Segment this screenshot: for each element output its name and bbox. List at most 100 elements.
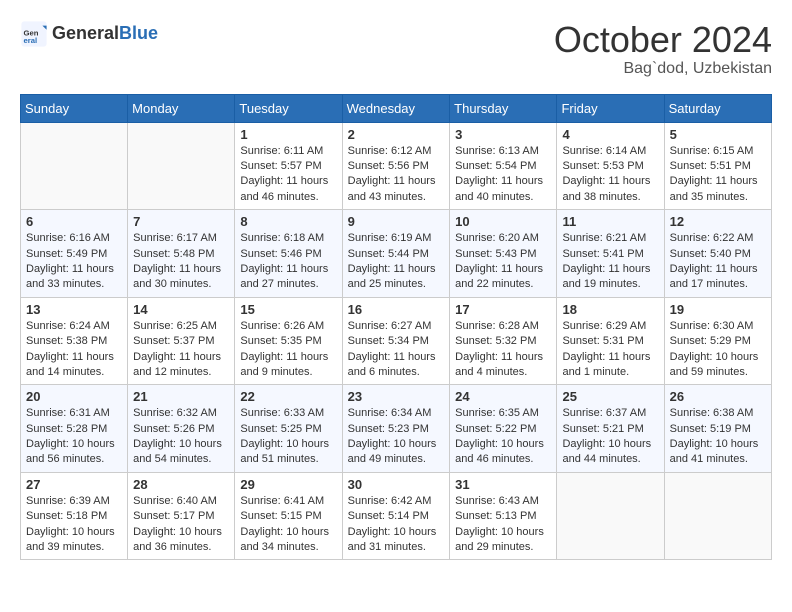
title-block: October 2024 Bag`dod, Uzbekistan	[554, 20, 772, 78]
day-info: Sunrise: 6:19 AMSunset: 5:44 PMDaylight:…	[348, 231, 445, 293]
day-number: 22	[240, 389, 336, 404]
calendar-day-cell: 9 Sunrise: 6:19 AMSunset: 5:44 PMDaylight…	[342, 210, 450, 298]
logo-icon: Gen eral	[20, 20, 48, 48]
calendar-day-cell: 20 Sunrise: 6:31 AMSunset: 5:28 PMDayligh…	[21, 385, 128, 473]
day-number: 16	[348, 302, 445, 317]
day-number: 4	[562, 127, 658, 142]
day-number: 23	[348, 389, 445, 404]
weekday-header: Sunday	[21, 94, 128, 122]
calendar-day-cell: 23 Sunrise: 6:34 AMSunset: 5:23 PMDayligh…	[342, 385, 450, 473]
calendar-day-cell: 11 Sunrise: 6:21 AMSunset: 5:41 PMDayligh…	[557, 210, 664, 298]
calendar-day-cell: 6 Sunrise: 6:16 AMSunset: 5:49 PMDaylight…	[21, 210, 128, 298]
calendar-header: SundayMondayTuesdayWednesdayThursdayFrid…	[21, 94, 772, 122]
day-info: Sunrise: 6:14 AMSunset: 5:53 PMDaylight:…	[562, 144, 658, 206]
day-number: 12	[670, 214, 766, 229]
day-number: 15	[240, 302, 336, 317]
day-number: 13	[26, 302, 122, 317]
day-info: Sunrise: 6:39 AMSunset: 5:18 PMDaylight:…	[26, 494, 122, 556]
calendar-day-cell: 24Sunrise: 6:35 AMSunset: 5:22 PMDayligh…	[450, 385, 557, 473]
calendar-day-cell	[128, 122, 235, 210]
calendar-day-cell: 3Sunrise: 6:13 AMSunset: 5:54 PMDaylight…	[450, 122, 557, 210]
day-info: Sunrise: 6:43 AMSunset: 5:13 PMDaylight:…	[455, 494, 551, 556]
calendar-day-cell: 1 Sunrise: 6:11 AMSunset: 5:57 PMDaylight…	[235, 122, 342, 210]
day-info: Sunrise: 6:27 AMSunset: 5:34 PMDaylight:…	[348, 319, 445, 381]
day-info: Sunrise: 6:31 AMSunset: 5:28 PMDaylight:…	[26, 406, 122, 468]
calendar-day-cell: 2Sunrise: 6:12 AMSunset: 5:56 PMDaylight…	[342, 122, 450, 210]
day-number: 28	[133, 477, 229, 492]
day-info: Sunrise: 6:38 AMSunset: 5:19 PMDaylight:…	[670, 406, 766, 468]
day-info: Sunrise: 6:18 AMSunset: 5:46 PMDaylight:…	[240, 231, 336, 293]
day-info: Sunrise: 6:32 AMSunset: 5:26 PMDaylight:…	[133, 406, 229, 468]
logo-blue: Blue	[119, 23, 158, 43]
calendar-week-row: 1 Sunrise: 6:11 AMSunset: 5:57 PMDaylight…	[21, 122, 772, 210]
calendar-day-cell: 22 Sunrise: 6:33 AMSunset: 5:25 PMDayligh…	[235, 385, 342, 473]
day-info: Sunrise: 6:20 AMSunset: 5:43 PMDaylight:…	[455, 231, 551, 293]
day-number: 30	[348, 477, 445, 492]
day-number: 24	[455, 389, 551, 404]
day-number: 20	[26, 389, 122, 404]
calendar-day-cell: 5Sunrise: 6:15 AMSunset: 5:51 PMDaylight…	[664, 122, 771, 210]
day-info: Sunrise: 6:33 AMSunset: 5:25 PMDaylight:…	[240, 406, 336, 468]
day-number: 31	[455, 477, 551, 492]
calendar-day-cell: 25Sunrise: 6:37 AMSunset: 5:21 PMDayligh…	[557, 385, 664, 473]
day-info: Sunrise: 6:11 AMSunset: 5:57 PMDaylight:…	[240, 144, 336, 206]
calendar-table: SundayMondayTuesdayWednesdayThursdayFrid…	[20, 94, 772, 561]
day-info: Sunrise: 6:15 AMSunset: 5:51 PMDaylight:…	[670, 144, 766, 206]
calendar-day-cell: 8Sunrise: 6:18 AMSunset: 5:46 PMDaylight…	[235, 210, 342, 298]
calendar-subtitle: Bag`dod, Uzbekistan	[554, 60, 772, 78]
calendar-week-row: 13 Sunrise: 6:24 AMSunset: 5:38 PMDayligh…	[21, 297, 772, 385]
calendar-day-cell: 26 Sunrise: 6:38 AMSunset: 5:19 PMDayligh…	[664, 385, 771, 473]
day-number: 11	[562, 214, 658, 229]
calendar-day-cell: 10 Sunrise: 6:20 AMSunset: 5:43 PMDayligh…	[450, 210, 557, 298]
day-number: 3	[455, 127, 551, 142]
day-info: Sunrise: 6:17 AMSunset: 5:48 PMDaylight:…	[133, 231, 229, 293]
weekday-header: Thursday	[450, 94, 557, 122]
day-number: 26	[670, 389, 766, 404]
svg-text:eral: eral	[24, 36, 38, 45]
calendar-day-cell	[21, 122, 128, 210]
day-number: 7	[133, 214, 229, 229]
day-number: 1	[240, 127, 336, 142]
calendar-day-cell: 31 Sunrise: 6:43 AMSunset: 5:13 PMDayligh…	[450, 472, 557, 560]
day-info: Sunrise: 6:42 AMSunset: 5:14 PMDaylight:…	[348, 494, 445, 556]
day-info: Sunrise: 6:24 AMSunset: 5:38 PMDaylight:…	[26, 319, 122, 381]
day-number: 14	[133, 302, 229, 317]
calendar-day-cell: 12Sunrise: 6:22 AMSunset: 5:40 PMDayligh…	[664, 210, 771, 298]
logo-general: General	[52, 23, 119, 43]
calendar-day-cell: 14 Sunrise: 6:25 AMSunset: 5:37 PMDayligh…	[128, 297, 235, 385]
calendar-day-cell: 19Sunrise: 6:30 AMSunset: 5:29 PMDayligh…	[664, 297, 771, 385]
calendar-day-cell: 16 Sunrise: 6:27 AMSunset: 5:34 PMDayligh…	[342, 297, 450, 385]
day-info: Sunrise: 6:30 AMSunset: 5:29 PMDaylight:…	[670, 319, 766, 381]
day-info: Sunrise: 6:16 AMSunset: 5:49 PMDaylight:…	[26, 231, 122, 293]
calendar-day-cell: 17Sunrise: 6:28 AMSunset: 5:32 PMDayligh…	[450, 297, 557, 385]
day-info: Sunrise: 6:25 AMSunset: 5:37 PMDaylight:…	[133, 319, 229, 381]
day-number: 27	[26, 477, 122, 492]
day-number: 10	[455, 214, 551, 229]
logo-wordmark: GeneralBlue	[52, 24, 158, 44]
calendar-day-cell: 21 Sunrise: 6:32 AMSunset: 5:26 PMDayligh…	[128, 385, 235, 473]
day-number: 18	[562, 302, 658, 317]
calendar-day-cell: 30 Sunrise: 6:42 AMSunset: 5:14 PMDayligh…	[342, 472, 450, 560]
day-number: 6	[26, 214, 122, 229]
calendar-title: October 2024	[554, 20, 772, 60]
calendar-day-cell: 7 Sunrise: 6:17 AMSunset: 5:48 PMDaylight…	[128, 210, 235, 298]
calendar-week-row: 27 Sunrise: 6:39 AMSunset: 5:18 PMDayligh…	[21, 472, 772, 560]
day-info: Sunrise: 6:34 AMSunset: 5:23 PMDaylight:…	[348, 406, 445, 468]
day-info: Sunrise: 6:21 AMSunset: 5:41 PMDaylight:…	[562, 231, 658, 293]
calendar-day-cell: 15Sunrise: 6:26 AMSunset: 5:35 PMDayligh…	[235, 297, 342, 385]
weekday-header: Saturday	[664, 94, 771, 122]
calendar-day-cell: 4 Sunrise: 6:14 AMSunset: 5:53 PMDaylight…	[557, 122, 664, 210]
calendar-day-cell	[664, 472, 771, 560]
day-number: 29	[240, 477, 336, 492]
page-header: Gen eral GeneralBlue October 2024 Bag`do…	[20, 20, 772, 78]
day-number: 21	[133, 389, 229, 404]
calendar-day-cell: 18Sunrise: 6:29 AMSunset: 5:31 PMDayligh…	[557, 297, 664, 385]
weekday-header: Tuesday	[235, 94, 342, 122]
calendar-body: 1 Sunrise: 6:11 AMSunset: 5:57 PMDaylight…	[21, 122, 772, 560]
weekday-header: Friday	[557, 94, 664, 122]
calendar-week-row: 20 Sunrise: 6:31 AMSunset: 5:28 PMDayligh…	[21, 385, 772, 473]
day-number: 9	[348, 214, 445, 229]
day-number: 25	[562, 389, 658, 404]
calendar-day-cell: 27 Sunrise: 6:39 AMSunset: 5:18 PMDayligh…	[21, 472, 128, 560]
calendar-week-row: 6 Sunrise: 6:16 AMSunset: 5:49 PMDaylight…	[21, 210, 772, 298]
